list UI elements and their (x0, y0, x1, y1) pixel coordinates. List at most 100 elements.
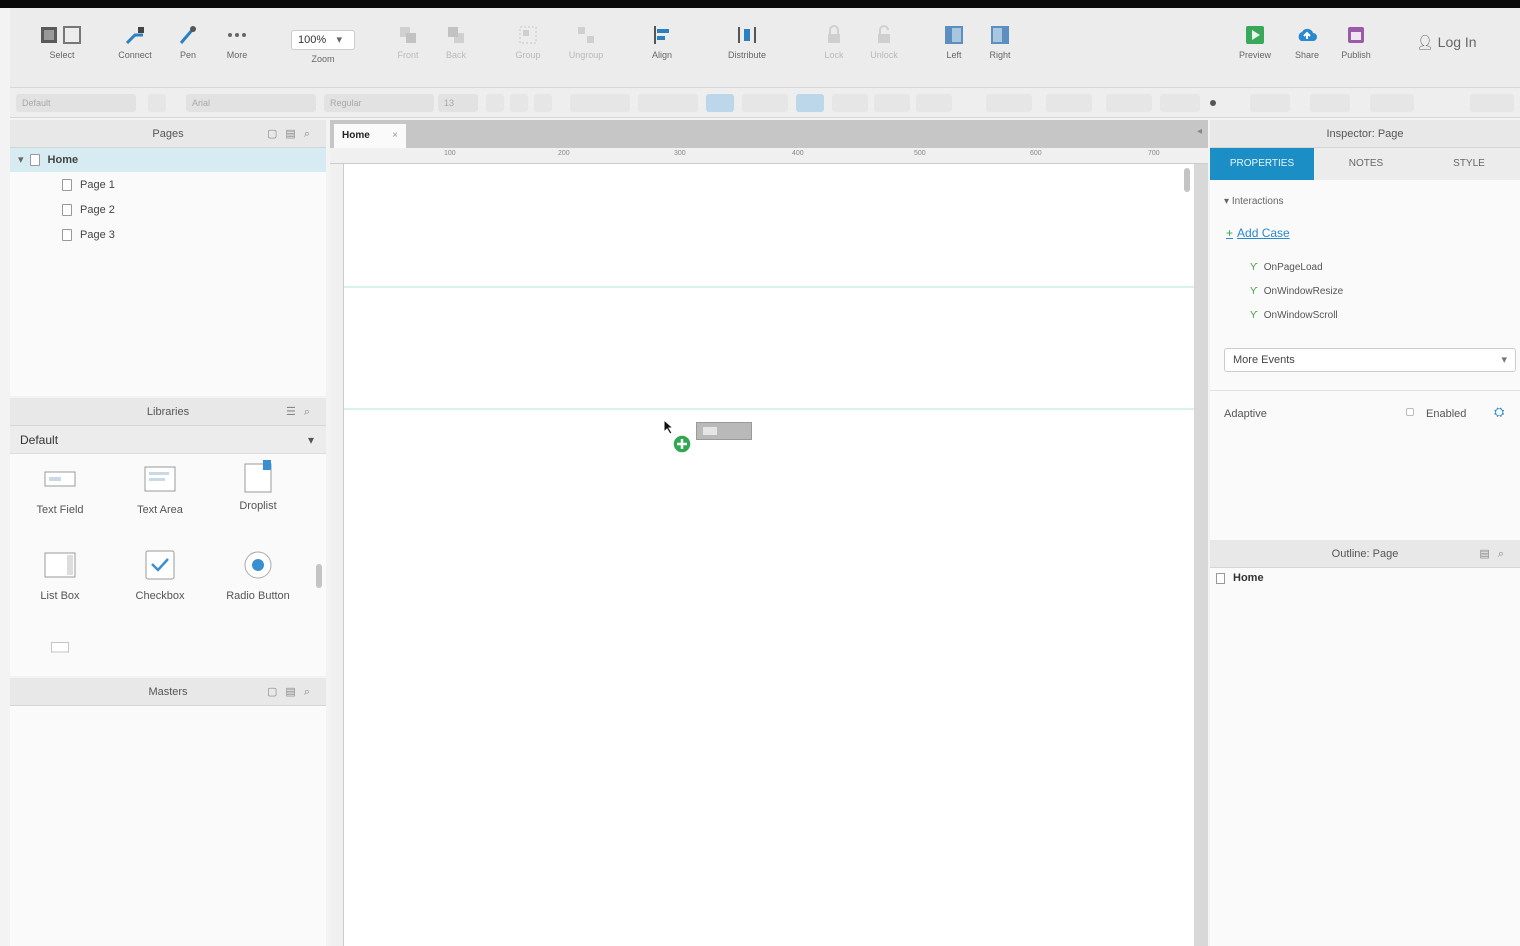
unlock-button[interactable]: Unlock (862, 8, 906, 80)
padding-select[interactable] (916, 94, 952, 112)
outline-item-home[interactable]: Home (1216, 572, 1264, 584)
align-center-text-button[interactable] (1046, 94, 1092, 112)
window-top-bar (0, 0, 1520, 8)
connect-tool[interactable]: Connect (110, 8, 160, 80)
weight-value: Regular (330, 98, 362, 108)
valign-button[interactable] (1160, 94, 1200, 112)
zoom-control[interactable]: 100% ▾ Zoom (288, 8, 358, 80)
border-width-select[interactable] (742, 94, 788, 112)
text-color-picker[interactable] (570, 94, 630, 112)
share-button[interactable]: Share (1286, 8, 1328, 80)
add-folder-icon[interactable]: ▤ (285, 686, 303, 698)
page-item-page-3[interactable]: Page 3 (10, 223, 326, 247)
style-settings-icon[interactable] (148, 94, 166, 112)
select-tool[interactable]: Select (22, 8, 102, 80)
page-item-home[interactable]: ▾ Home (10, 148, 326, 172)
fill-color-picker[interactable] (638, 94, 698, 112)
align-left-text-button[interactable] (986, 94, 1032, 112)
masters-panel: Masters ▢▤⌕ (10, 678, 326, 946)
align-right-text-button[interactable] (1106, 94, 1152, 112)
font-select[interactable]: Arial (186, 94, 316, 112)
shadow-select[interactable] (874, 94, 910, 112)
style-select[interactable]: Default (16, 94, 136, 112)
search-icon[interactable]: ⌕ (304, 128, 318, 140)
masters-panel-actions[interactable]: ▢▤⌕ (267, 678, 318, 706)
widget-text-area[interactable]: Text Area (112, 464, 208, 544)
tab-style[interactable]: STYLE (1418, 148, 1520, 180)
add-folder-icon[interactable]: ▤ (285, 128, 303, 140)
libraries-scrollbar[interactable] (316, 564, 322, 588)
widget-text-field[interactable]: Text Field (12, 464, 108, 544)
drag-ghost-fill (703, 427, 717, 435)
indent-button[interactable] (1310, 94, 1350, 112)
search-icon[interactable]: ⌕ (304, 406, 318, 418)
widget-list-box[interactable]: List Box (12, 550, 108, 630)
search-icon[interactable]: ⌕ (304, 686, 318, 698)
document-tab-home[interactable]: Home × (334, 124, 406, 148)
line-spacing-button[interactable] (1250, 94, 1290, 112)
lock-button[interactable]: Lock (814, 8, 854, 80)
event-label: OnWindowResize (1263, 286, 1344, 297)
add-master-icon[interactable]: ▢ (267, 686, 285, 698)
add-page-icon[interactable]: ▢ (267, 128, 285, 140)
opacity-select[interactable] (832, 94, 868, 112)
left-panel-toggle[interactable]: Left (936, 8, 972, 80)
pages-panel-actions[interactable]: ▢▤⌕ (267, 120, 318, 148)
widget-more[interactable] (12, 640, 108, 670)
right-panel-toggle[interactable]: Right (982, 8, 1018, 80)
add-case-link[interactable]: + Add Case (1226, 226, 1290, 240)
widget-checkbox[interactable]: Checkbox (112, 550, 208, 630)
library-menu-icon[interactable]: ☰ (286, 406, 304, 418)
interactions-section-header[interactable]: ▾ Interactions (1224, 196, 1284, 207)
search-icon[interactable]: ⌕ (1498, 548, 1512, 560)
page-item-page-1[interactable]: Page 1 (10, 173, 326, 197)
border-style-button[interactable] (706, 94, 734, 112)
library-select[interactable]: Default ▾ (10, 426, 326, 454)
font-size-select[interactable]: 13 (438, 94, 478, 112)
style-value: Default (22, 98, 51, 108)
tab-notes[interactable]: NOTES (1314, 148, 1418, 180)
front-button[interactable]: Front (388, 8, 428, 80)
outline-actions[interactable]: ▤⌕ (1479, 540, 1512, 568)
more-events-select[interactable]: More Events ▾ (1224, 348, 1516, 372)
more-tool[interactable]: More (214, 8, 260, 80)
enabled-checkbox[interactable] (1406, 408, 1414, 416)
login-button[interactable]: 👤︎ Log In (1416, 34, 1477, 51)
text-direction-button[interactable] (1370, 94, 1414, 112)
preview-button[interactable]: Preview (1232, 8, 1278, 80)
back-button[interactable]: Back (436, 8, 476, 80)
underline-button[interactable] (534, 94, 552, 112)
adaptive-settings-icon[interactable]: ⛭ (1494, 404, 1504, 420)
hide-toggle[interactable] (1470, 94, 1514, 112)
ruler-tick: 100 (444, 150, 456, 157)
libraries-panel-actions[interactable]: ☰⌕ (286, 398, 318, 426)
tab-label: PROPERTIES (1229, 158, 1295, 169)
event-onwindowresize[interactable]: ϒ OnWindowResize (1250, 286, 1343, 297)
pen-tool[interactable]: Pen (170, 8, 206, 80)
page-icon (62, 204, 72, 217)
canvas-vertical-scrollbar[interactable] (1184, 168, 1190, 192)
ungroup-button[interactable]: Ungroup (558, 8, 614, 80)
tab-properties[interactable]: PROPERTIES (1210, 148, 1314, 180)
distribute-button[interactable]: Distribute (710, 8, 784, 80)
corner-radius-button[interactable] (796, 94, 824, 112)
lock-label: Lock (824, 50, 844, 60)
event-onwindowscroll[interactable]: ϒ OnWindowScroll (1250, 310, 1338, 321)
group-button[interactable]: Group (508, 8, 548, 80)
event-onpageload[interactable]: ϒ OnPageLoad (1250, 262, 1323, 273)
zoom-select[interactable]: 100% ▾ (291, 30, 355, 50)
close-icon[interactable]: × (392, 124, 398, 148)
publish-button[interactable]: Publish (1330, 8, 1382, 80)
filter-icon[interactable]: ▤ (1479, 548, 1497, 560)
unlock-icon (878, 25, 890, 43)
align-button[interactable]: Align (638, 8, 686, 80)
bold-button[interactable] (486, 94, 504, 112)
design-canvas[interactable] (344, 164, 1194, 946)
cursor-arrow-icon (663, 418, 692, 454)
widget-droplist[interactable]: Droplist (210, 460, 306, 540)
weight-select[interactable]: Regular (324, 94, 434, 112)
collapse-icon[interactable]: ◂ (1197, 126, 1202, 137)
page-item-page-2[interactable]: Page 2 (10, 198, 326, 222)
italic-button[interactable] (510, 94, 528, 112)
widget-radio-button[interactable]: Radio Button (210, 550, 306, 630)
